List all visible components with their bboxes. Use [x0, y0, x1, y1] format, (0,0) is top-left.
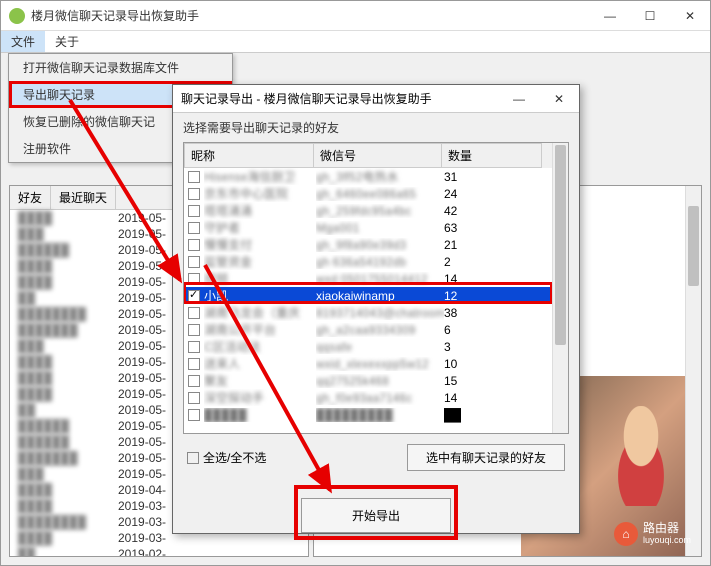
menu-about[interactable]: 关于	[45, 31, 89, 52]
col-count[interactable]: 数量	[442, 143, 542, 168]
menu-bar: 文件 关于	[1, 31, 710, 53]
table-row[interactable]: 视频wxd 050175501441214	[184, 270, 568, 287]
table-row[interactable]: 慢慢支付gh_9f8a90e39d321	[184, 236, 568, 253]
row-checkbox[interactable]	[188, 307, 200, 319]
row-checkbox[interactable]	[188, 256, 200, 268]
start-export-button[interactable]: 开始导出	[301, 498, 451, 533]
title-bar: 楼月微信聊天记录导出恢复助手 — ☐ ✕	[1, 1, 710, 31]
table-row[interactable]: 京东市中心医院gh_6460ee086a6524	[184, 185, 568, 202]
list-item[interactable]: ██2019-02-	[10, 546, 308, 557]
export-dialog: 聊天记录导出 - 楼月微信聊天记录导出恢复助手 — ✕ 选择需要导出聊天记录的好…	[172, 84, 580, 534]
table-row[interactable]: 湖南飞龙会（重庆8193714043@chatroom38	[184, 304, 568, 321]
export-button-highlight: 开始导出	[294, 485, 458, 540]
window-buttons: — ☐ ✕	[590, 2, 710, 30]
watermark-icon: ⌂	[614, 522, 638, 546]
dialog-options: 全选/全不选 选中有聊天记录的好友	[173, 434, 579, 481]
table-row[interactable]: C区活动法qqsafe3	[184, 338, 568, 355]
dialog-title: 聊天记录导出 - 楼月微信聊天记录导出恢复助手	[181, 90, 499, 107]
row-checkbox[interactable]	[188, 273, 200, 285]
export-list: 昵称 微信号 数量 Hisense海信厨卫gh_3ff52电热水31京东市中心医…	[183, 142, 569, 434]
close-button[interactable]: ✕	[670, 2, 710, 30]
table-row[interactable]: 监管资金gh 636a54192db2	[184, 253, 568, 270]
window-title: 楼月微信聊天记录导出恢复助手	[31, 7, 590, 24]
col-wxid[interactable]: 微信号	[314, 143, 442, 168]
col-nickname[interactable]: 昵称	[184, 143, 314, 168]
app-icon	[9, 8, 25, 24]
row-checkbox[interactable]	[188, 358, 200, 370]
dialog-titlebar: 聊天记录导出 - 楼月微信聊天记录导出恢复助手 — ✕	[173, 85, 579, 113]
dialog-close[interactable]: ✕	[539, 85, 579, 113]
col-friend[interactable]: 好友	[10, 186, 51, 209]
menu-open-db[interactable]: 打开微信聊天记录数据库文件	[9, 54, 232, 81]
table-row[interactable]: 湖南公开平台gh_a2caa93343096	[184, 321, 568, 338]
row-checkbox[interactable]	[188, 341, 200, 353]
row-checkbox[interactable]	[188, 222, 200, 234]
select-all-label: 全选/全不选	[203, 449, 266, 466]
minimize-button[interactable]: —	[590, 2, 630, 30]
row-checkbox[interactable]	[188, 392, 200, 404]
list-scrollbar[interactable]	[552, 143, 568, 433]
dialog-min[interactable]: —	[499, 85, 539, 113]
row-checkbox[interactable]	[188, 239, 200, 251]
checkbox-icon	[187, 452, 199, 464]
table-row[interactable]: 深空探动手gh_f0e93aa7146c14	[184, 389, 568, 406]
row-checkbox[interactable]	[188, 188, 200, 200]
watermark: ⌂ 路由器 luyouqi.com	[614, 522, 691, 546]
table-row[interactable]: 守护者Mga00163	[184, 219, 568, 236]
table-row[interactable]: 送来人wxid_xlexexxpp5w1210	[184, 355, 568, 372]
row-checkbox[interactable]	[188, 205, 200, 217]
select-all-checkbox[interactable]: 全选/全不选	[187, 449, 266, 466]
table-row[interactable]: 塔塔涌涌gh_259fdc95a4bc42	[184, 202, 568, 219]
watermark-url: luyouqi.com	[643, 536, 691, 546]
export-list-header: 昵称 微信号 数量	[184, 143, 568, 168]
table-row[interactable]: 小凯xiaokaiwinamp12	[184, 287, 568, 304]
table-row[interactable]: 聚友qq27525k46815	[184, 372, 568, 389]
watermark-brand: 路由器	[643, 522, 691, 535]
menu-file[interactable]: 文件	[1, 31, 45, 52]
row-checkbox[interactable]	[188, 290, 200, 302]
table-row[interactable]: ████████████████	[184, 406, 568, 423]
row-checkbox[interactable]	[188, 171, 200, 183]
export-rows: Hisense海信厨卫gh_3ff52电热水31京东市中心医院gh_6460ee…	[184, 168, 568, 423]
table-row[interactable]: Hisense海信厨卫gh_3ff52电热水31	[184, 168, 568, 185]
row-checkbox[interactable]	[188, 324, 200, 336]
row-checkbox[interactable]	[188, 409, 200, 421]
scrollbar[interactable]	[685, 186, 701, 556]
maximize-button[interactable]: ☐	[630, 2, 670, 30]
col-lastchat[interactable]: 最近聊天	[51, 186, 116, 209]
scroll-thumb[interactable]	[688, 206, 699, 286]
row-checkbox[interactable]	[188, 375, 200, 387]
list-scroll-thumb[interactable]	[555, 145, 566, 345]
select-with-history-button[interactable]: 选中有聊天记录的好友	[407, 444, 565, 471]
dialog-subtitle: 选择需要导出聊天记录的好友	[173, 113, 579, 142]
